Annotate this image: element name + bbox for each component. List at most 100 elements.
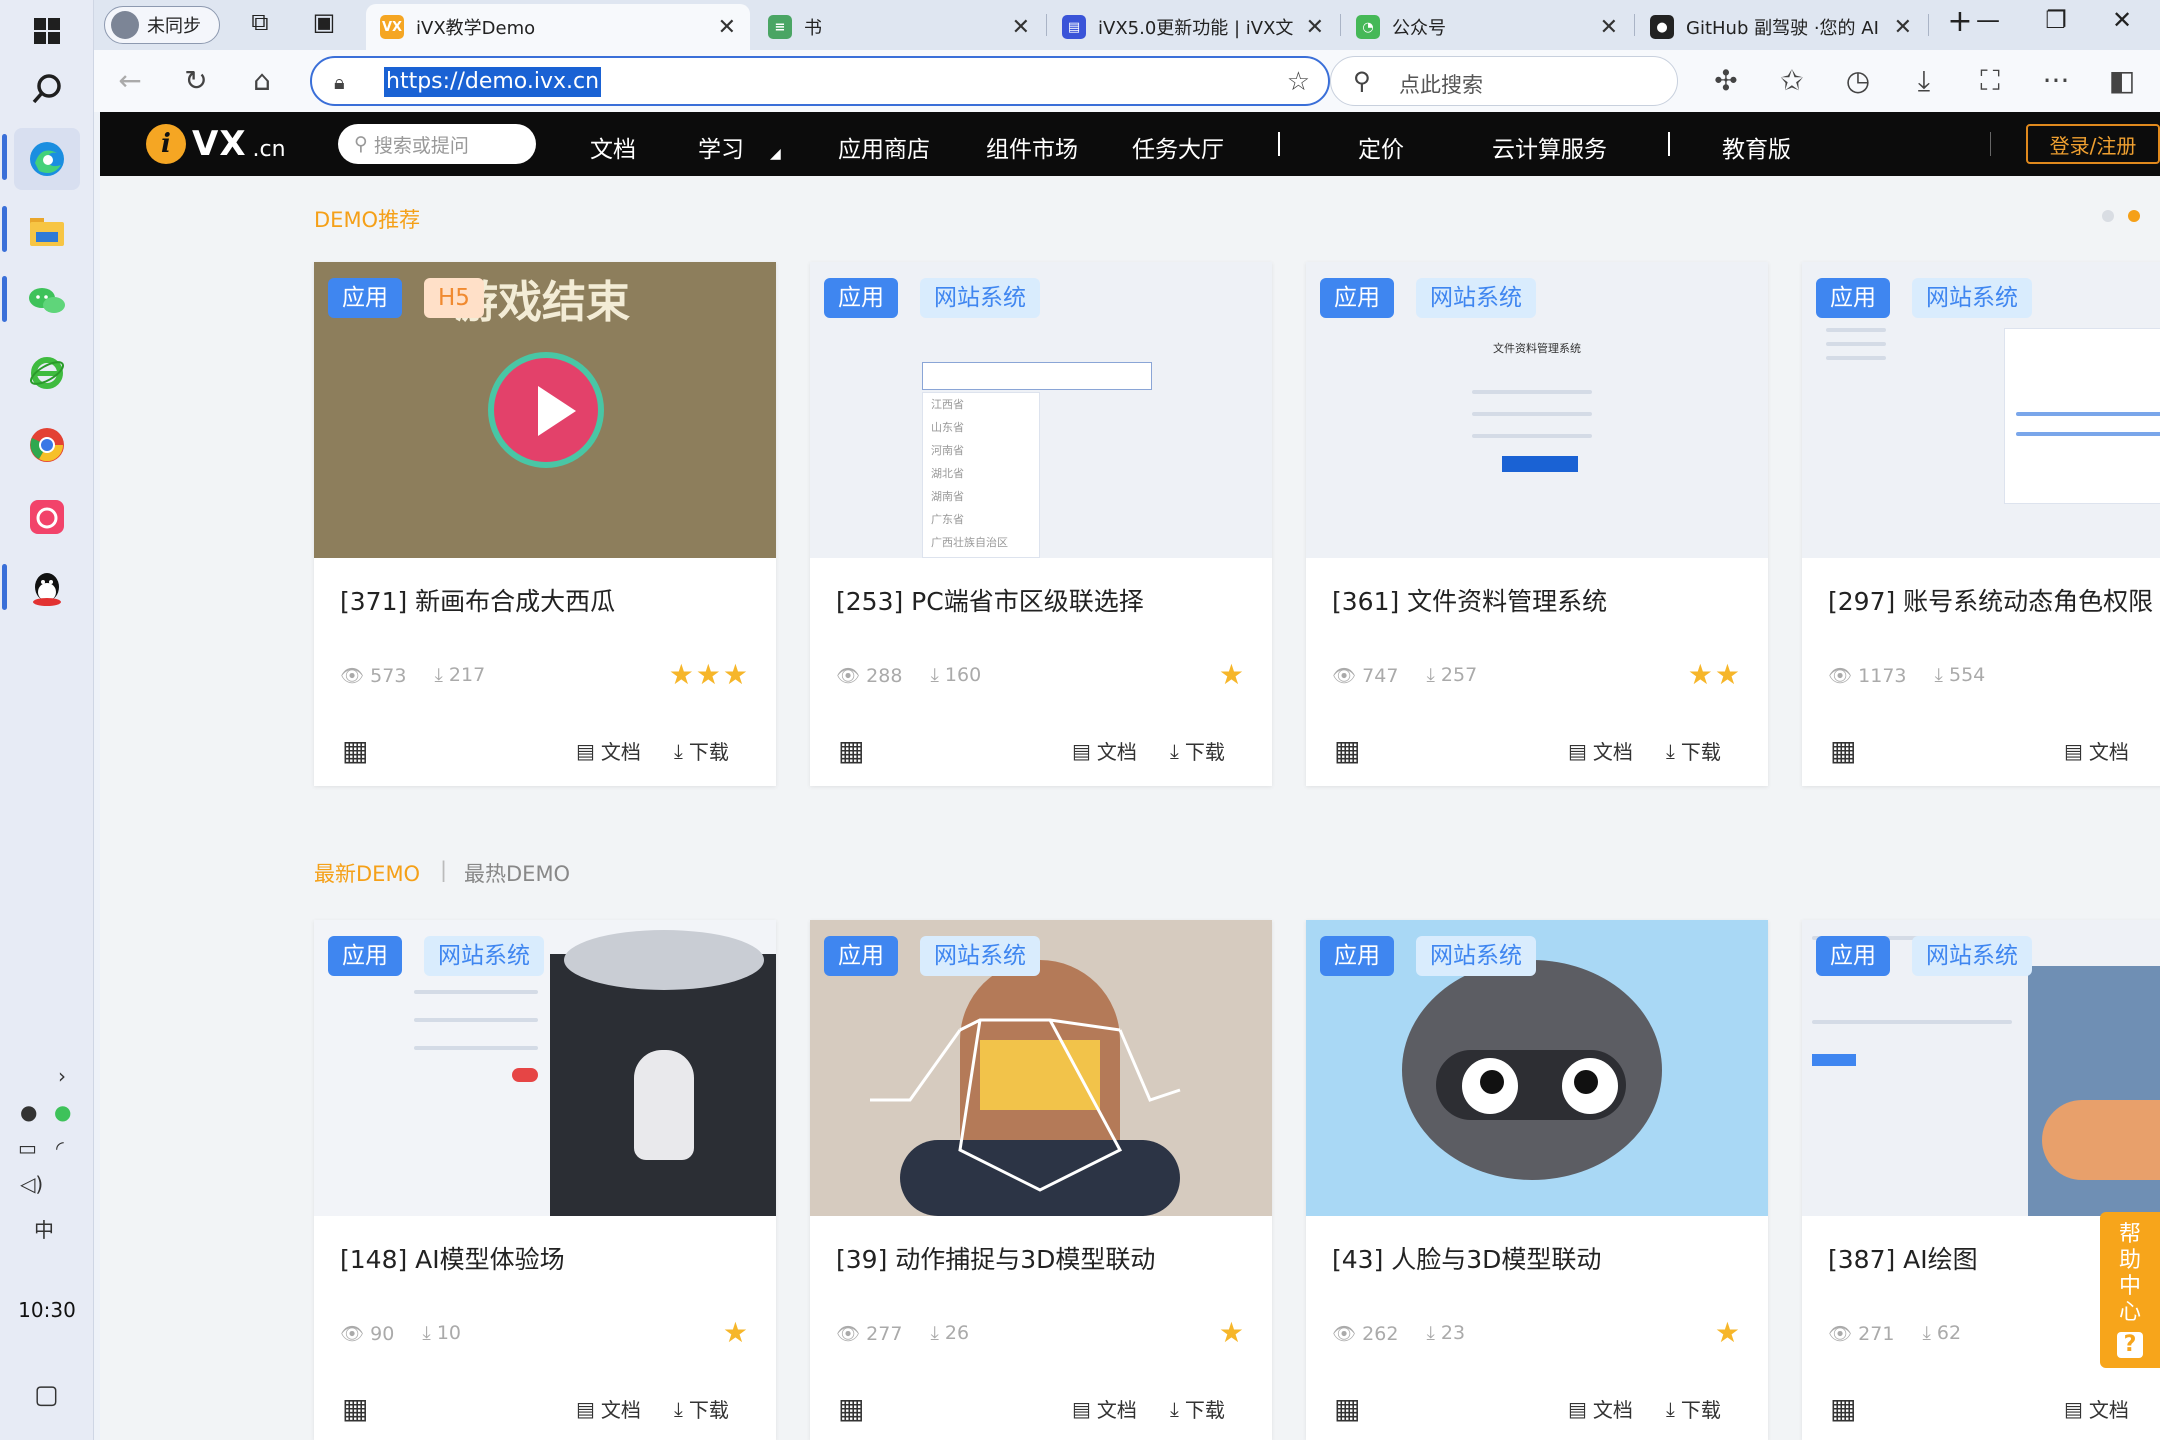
- card-title[interactable]: [43] 人脸与3D模型联动: [1332, 1240, 1601, 1276]
- card-title[interactable]: [361] 文件资料管理系统: [1332, 582, 1607, 618]
- card-title[interactable]: [148] AI模型体验场: [340, 1240, 565, 1276]
- doc-link[interactable]: ▤ 文档: [2064, 1394, 2129, 1423]
- home-icon[interactable]: ⌂: [244, 64, 280, 98]
- demo-card-39[interactable]: 应用 网站系统 [39] 动作捕捉与3D模型联动 👁︎ 277 ⤓ 26 ★ ▦…: [810, 920, 1272, 1440]
- screenshot-icon[interactable]: ⛶: [1972, 64, 2008, 98]
- extensions-icon[interactable]: ✣: [1708, 64, 1744, 98]
- card-title[interactable]: [297] 账号系统动态角色权限: [1828, 582, 2153, 618]
- help-center-button[interactable]: 帮助中心 ?: [2100, 1212, 2160, 1368]
- doc-link[interactable]: ▤ 文档: [576, 736, 641, 765]
- close-tab-icon[interactable]: ✕: [718, 15, 736, 40]
- tray-wechat-icon[interactable]: ●: [54, 1100, 71, 1124]
- tab-github-copilot[interactable]: ● GitHub 副驾驶 ·您的 AI 配 ✕: [1636, 4, 1926, 50]
- nav-component-market[interactable]: 组件市场: [986, 130, 1078, 164]
- wifi-icon[interactable]: ◜: [56, 1136, 64, 1160]
- download-link[interactable]: ⤓ 下载: [1170, 736, 1225, 765]
- volume-icon[interactable]: ◁): [20, 1172, 43, 1196]
- nav-education[interactable]: 教育版: [1722, 130, 1791, 164]
- workspaces-icon[interactable]: ⧉: [240, 8, 280, 36]
- taskbar-clock[interactable]: 10:30: [0, 1298, 94, 1322]
- history-icon[interactable]: ◷: [1840, 64, 1876, 98]
- close-window-icon[interactable]: ✕: [2102, 6, 2142, 34]
- card-title[interactable]: [253] PC端省市区级联选择: [836, 582, 1144, 618]
- taskbar-file-explorer[interactable]: [14, 200, 80, 262]
- demo-card-148[interactable]: 应用 网站系统 [148] AI模型体验场 👁︎ 90 ⤓ 10 ★ ▦ ▤ 文档…: [314, 920, 776, 1440]
- nav-learn[interactable]: 学习: [698, 130, 744, 164]
- carousel-dot-active[interactable]: [2128, 210, 2140, 222]
- battery-icon[interactable]: ▭: [18, 1136, 37, 1160]
- nav-pricing[interactable]: 定价: [1358, 130, 1404, 164]
- close-tab-icon[interactable]: ✕: [1012, 15, 1030, 40]
- refresh-icon[interactable]: ↻: [178, 64, 214, 98]
- downloads-icon[interactable]: ⤓: [1906, 64, 1942, 98]
- taskbar-edge[interactable]: [14, 128, 80, 190]
- address-bar[interactable]: 🔒︎ https://demo.ivx.cn ☆: [310, 56, 1330, 106]
- doc-link[interactable]: ▤ 文档: [576, 1394, 641, 1423]
- qr-code-icon[interactable]: ▦: [1334, 734, 1360, 767]
- tray-qq-icon[interactable]: ●: [20, 1100, 37, 1124]
- qr-code-icon[interactable]: ▦: [342, 1392, 368, 1425]
- taskbar-app[interactable]: [14, 486, 80, 548]
- qr-code-icon[interactable]: ▦: [838, 734, 864, 767]
- download-link[interactable]: ⤓ 下载: [674, 1394, 729, 1423]
- favorite-star-icon[interactable]: ☆: [1287, 67, 1310, 97]
- qr-code-icon[interactable]: ▦: [1334, 1392, 1360, 1425]
- more-menu-icon[interactable]: ···: [2038, 64, 2074, 98]
- back-arrow-icon[interactable]: ←: [112, 64, 148, 98]
- download-link[interactable]: ⤓ 下载: [1666, 1394, 1721, 1423]
- close-tab-icon[interactable]: ✕: [1306, 15, 1324, 40]
- windows-start-button[interactable]: [14, 0, 80, 62]
- ivx-logo[interactable]: i VX .cn: [146, 122, 286, 166]
- nav-cloud-service[interactable]: 云计算服务: [1492, 130, 1607, 164]
- doc-link[interactable]: ▤ 文档: [1072, 1394, 1137, 1423]
- ime-indicator[interactable]: 中: [34, 1214, 54, 1243]
- nav-docs[interactable]: 文档: [590, 130, 636, 164]
- card-title[interactable]: [387] AI绘图: [1828, 1240, 1978, 1276]
- url-text[interactable]: https://demo.ivx.cn: [384, 67, 602, 97]
- taskbar-search-button[interactable]: [14, 58, 80, 120]
- favorites-icon[interactable]: ✩: [1774, 64, 1810, 98]
- profile-button[interactable]: 未同步: [104, 6, 220, 44]
- card-title[interactable]: [371] 新画布合成大西瓜: [340, 582, 615, 618]
- learn-dropdown-caret-icon[interactable]: ◢: [770, 146, 781, 162]
- card-title[interactable]: [39] 动作捕捉与3D模型联动: [836, 1240, 1155, 1276]
- doc-link[interactable]: ▤ 文档: [1568, 1394, 1633, 1423]
- qr-code-icon[interactable]: ▦: [1830, 1392, 1856, 1425]
- sidebar-toggle-icon[interactable]: ◧: [2104, 64, 2140, 98]
- carousel-dot[interactable]: [2102, 210, 2114, 222]
- qr-code-icon[interactable]: ▦: [342, 734, 368, 767]
- minimize-icon[interactable]: —: [1968, 6, 2008, 34]
- demo-card-253[interactable]: 江西省 山东省 河南省 湖北省 湖南省 广东省 广西壮族自治区 应用 网站系统 …: [810, 262, 1272, 786]
- login-register-button[interactable]: 登录/注册: [2026, 124, 2160, 164]
- tab-official-account[interactable]: ◔ 公众号 ✕: [1342, 4, 1632, 50]
- tab-hottest-demo[interactable]: 最热DEMO: [464, 858, 570, 888]
- demo-card-297[interactable]: 应用 网站系统 [297] 账号系统动态角色权限 👁︎ 1173 ⤓ 554 ▦…: [1802, 262, 2160, 786]
- lock-icon[interactable]: 🔒︎: [334, 70, 345, 94]
- tab-latest-demo[interactable]: 最新DEMO: [314, 858, 420, 888]
- browser-search-box[interactable]: ⚲ 点此搜索: [1330, 56, 1678, 106]
- restore-icon[interactable]: ❐: [2036, 6, 2076, 34]
- taskbar-qq[interactable]: [14, 558, 80, 620]
- nav-app-store[interactable]: 应用商店: [838, 130, 930, 164]
- taskbar-ie[interactable]: [14, 342, 80, 404]
- site-search-input[interactable]: ⚲ 搜索或提问: [338, 124, 536, 164]
- download-link[interactable]: ⤓ 下载: [1666, 736, 1721, 765]
- taskbar-wechat[interactable]: [14, 270, 80, 332]
- doc-link[interactable]: ▤ 文档: [1072, 736, 1137, 765]
- qr-code-icon[interactable]: ▦: [838, 1392, 864, 1425]
- nav-task-hall[interactable]: 任务大厅: [1132, 130, 1224, 164]
- download-link[interactable]: ⤓ 下载: [1170, 1394, 1225, 1423]
- tray-expand-chevron-icon[interactable]: ›: [58, 1064, 66, 1088]
- close-tab-icon[interactable]: ✕: [1894, 15, 1912, 40]
- tab-ivx-demo[interactable]: VX iVX教学Demo ✕: [366, 4, 750, 50]
- tab-ivx-docs[interactable]: ▤ iVX5.0更新功能 | iVX文档 ✕: [1048, 4, 1338, 50]
- notification-icon[interactable]: ▢: [34, 1380, 59, 1410]
- demo-card-361[interactable]: 文件资料管理系统 应用 网站系统 [361] 文件资料管理系统 👁︎ 747 ⤓…: [1306, 262, 1768, 786]
- taskbar-chrome[interactable]: [14, 414, 80, 476]
- tab-book[interactable]: ≡ 书 ✕: [754, 4, 1044, 50]
- qr-code-icon[interactable]: ▦: [1830, 734, 1856, 767]
- doc-link[interactable]: ▤ 文档: [2064, 736, 2129, 765]
- doc-link[interactable]: ▤ 文档: [1568, 736, 1633, 765]
- download-link[interactable]: ⤓ 下载: [674, 736, 729, 765]
- demo-card-371[interactable]: 游戏结束 应用 H5 [371] 新画布合成大西瓜 👁︎ 573 ⤓ 217 ★…: [314, 262, 776, 786]
